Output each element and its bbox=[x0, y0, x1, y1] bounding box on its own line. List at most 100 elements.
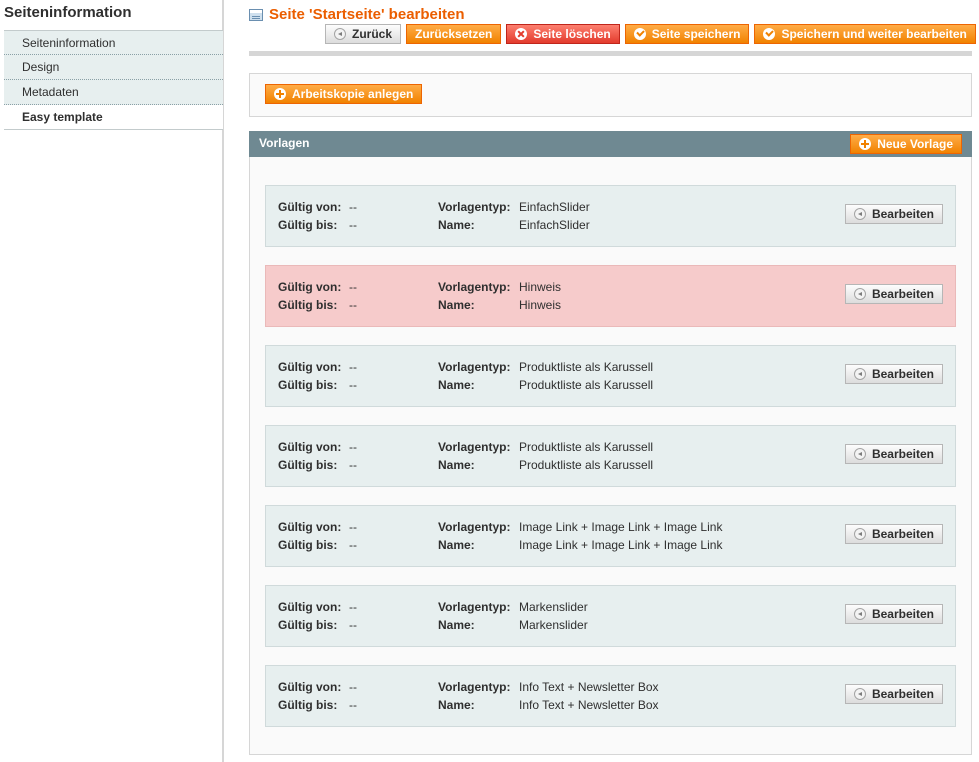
template-row: Gültig von: -- Gültig bis: -- Vorlagentyp: Im… bbox=[265, 505, 956, 567]
template-type-label: Vorlagentyp: bbox=[438, 280, 511, 294]
valid-to-label: Gültig bis: bbox=[278, 378, 338, 392]
valid-from-label: Gültig von: bbox=[278, 520, 342, 534]
template-name-value: Hinweis bbox=[519, 298, 562, 312]
template-type-label: Vorlagentyp: bbox=[438, 360, 511, 374]
back-arrow-icon bbox=[853, 288, 866, 300]
tab-seiteninformation[interactable]: Seiteninformation bbox=[4, 30, 223, 55]
valid-to-label: Gültig bis: bbox=[278, 458, 338, 472]
template-name-value: EinfachSlider bbox=[519, 218, 590, 232]
save-page-button[interactable]: Seite speichern bbox=[624, 24, 750, 44]
edit-template-button[interactable]: Bearbeiten bbox=[844, 284, 943, 304]
template-name-label: Name: bbox=[438, 458, 475, 472]
template-type-label: Vorlagentyp: bbox=[438, 600, 511, 614]
check-icon bbox=[763, 28, 776, 40]
page-icon bbox=[249, 8, 263, 21]
tab-metadaten[interactable]: Metadaten bbox=[4, 80, 223, 105]
template-type-label: Vorlagentyp: bbox=[438, 680, 511, 694]
template-name-label: Name: bbox=[438, 218, 475, 232]
template-type-value: EinfachSlider bbox=[519, 200, 590, 214]
back-arrow-icon bbox=[853, 688, 866, 700]
template-type-label: Vorlagentyp: bbox=[438, 200, 511, 214]
valid-from-value: -- bbox=[349, 360, 357, 374]
back-arrow-icon bbox=[853, 528, 866, 540]
workcopy-panel: Arbeitskopie anlegen bbox=[249, 73, 972, 117]
delete-icon bbox=[515, 28, 528, 40]
template-type-label: Vorlagentyp: bbox=[438, 440, 511, 454]
delete-page-button[interactable]: Seite löschen bbox=[506, 24, 620, 44]
template-name-label: Name: bbox=[438, 538, 475, 552]
template-type-value: Produktliste als Karussell bbox=[519, 360, 654, 374]
back-arrow-icon bbox=[853, 608, 866, 620]
save-continue-button[interactable]: Speichern und weiter bearbeiten bbox=[754, 24, 976, 44]
edit-template-button[interactable]: Bearbeiten bbox=[844, 684, 943, 704]
valid-from-value: -- bbox=[349, 200, 357, 214]
template-row: Gültig von: -- Gültig bis: -- Vorlagentyp: Pr… bbox=[265, 345, 956, 407]
template-type-value: Info Text + Newsletter Box bbox=[519, 680, 659, 694]
valid-from-label: Gültig von: bbox=[278, 600, 342, 614]
sidebar: Seiteninformation Seiteninformation Desi… bbox=[0, 0, 224, 762]
valid-to-label: Gültig bis: bbox=[278, 538, 338, 552]
valid-to-value: -- bbox=[349, 298, 357, 312]
tab-easy-template[interactable]: Easy template bbox=[4, 105, 223, 130]
template-row: Gültig von: -- Gültig bis: -- Vorlagentyp: Pr… bbox=[265, 425, 956, 487]
templates-section-title: Vorlagen bbox=[259, 136, 310, 150]
valid-from-value: -- bbox=[349, 600, 357, 614]
page-title-text: Seite 'Startseite' bearbeiten bbox=[269, 6, 465, 23]
valid-to-label: Gültig bis: bbox=[278, 298, 338, 312]
template-type-value: Markenslider bbox=[519, 600, 588, 614]
template-name-value: Image Link + Image Link + Image Link bbox=[519, 538, 723, 552]
template-type-value: Produktliste als Karussell bbox=[519, 440, 654, 454]
header-divider bbox=[249, 51, 972, 56]
reset-button[interactable]: Zurücksetzen bbox=[406, 24, 502, 44]
page-title: Seite 'Startseite' bearbeiten bbox=[249, 6, 465, 23]
valid-to-label: Gültig bis: bbox=[278, 218, 338, 232]
plus-icon bbox=[274, 88, 286, 100]
templates-list: Gültig von: -- Gültig bis: -- Vorlagentyp: Ei… bbox=[249, 157, 972, 755]
header-toolbar: Zurück Zurücksetzen Seite löschen Seite … bbox=[325, 24, 976, 45]
back-arrow-icon bbox=[853, 208, 866, 220]
valid-to-value: -- bbox=[349, 538, 357, 552]
template-row: Gültig von: -- Gültig bis: -- Vorlagentyp: Hi… bbox=[265, 265, 956, 327]
valid-from-label: Gültig von: bbox=[278, 360, 342, 374]
valid-to-value: -- bbox=[349, 218, 357, 232]
valid-from-value: -- bbox=[349, 680, 357, 694]
edit-template-button[interactable]: Bearbeiten bbox=[844, 364, 943, 384]
valid-from-label: Gültig von: bbox=[278, 680, 342, 694]
new-template-button[interactable]: Neue Vorlage bbox=[850, 134, 962, 154]
template-name-value: Markenslider bbox=[519, 618, 588, 632]
template-name-value: Info Text + Newsletter Box bbox=[519, 698, 659, 712]
create-workcopy-button[interactable]: Arbeitskopie anlegen bbox=[265, 84, 423, 104]
edit-template-button[interactable]: Bearbeiten bbox=[844, 204, 943, 224]
template-name-label: Name: bbox=[438, 298, 475, 312]
valid-from-value: -- bbox=[349, 280, 357, 294]
back-arrow-icon bbox=[334, 28, 346, 40]
valid-from-label: Gültig von: bbox=[278, 440, 342, 454]
plus-icon bbox=[859, 138, 872, 150]
valid-to-label: Gültig bis: bbox=[278, 698, 338, 712]
tab-design[interactable]: Design bbox=[4, 55, 223, 80]
template-name-label: Name: bbox=[438, 618, 475, 632]
valid-from-value: -- bbox=[349, 440, 357, 454]
valid-to-value: -- bbox=[349, 698, 357, 712]
back-button[interactable]: Zurück bbox=[325, 24, 402, 44]
template-row: Gültig von: -- Gültig bis: -- Vorlagentyp: Ei… bbox=[265, 185, 956, 247]
template-name-label: Name: bbox=[438, 378, 475, 392]
back-arrow-icon bbox=[853, 368, 866, 380]
template-type-value: Image Link + Image Link + Image Link bbox=[519, 520, 723, 534]
edit-template-button[interactable]: Bearbeiten bbox=[844, 444, 943, 464]
edit-template-button[interactable]: Bearbeiten bbox=[844, 524, 943, 544]
template-name-label: Name: bbox=[438, 698, 475, 712]
valid-from-label: Gültig von: bbox=[278, 280, 342, 294]
template-row: Gültig von: -- Gültig bis: -- Vorlagentyp: In… bbox=[265, 665, 956, 727]
template-name-value: Produktliste als Karussell bbox=[519, 458, 654, 472]
edit-template-button[interactable]: Bearbeiten bbox=[844, 604, 943, 624]
back-arrow-icon bbox=[853, 448, 866, 460]
template-name-value: Produktliste als Karussell bbox=[519, 378, 654, 392]
valid-to-value: -- bbox=[349, 378, 357, 392]
check-icon bbox=[633, 28, 646, 40]
valid-to-value: -- bbox=[349, 458, 357, 472]
sidebar-title: Seiteninformation bbox=[4, 4, 132, 21]
valid-to-value: -- bbox=[349, 618, 357, 632]
valid-from-label: Gültig von: bbox=[278, 200, 342, 214]
template-type-value: Hinweis bbox=[519, 280, 562, 294]
